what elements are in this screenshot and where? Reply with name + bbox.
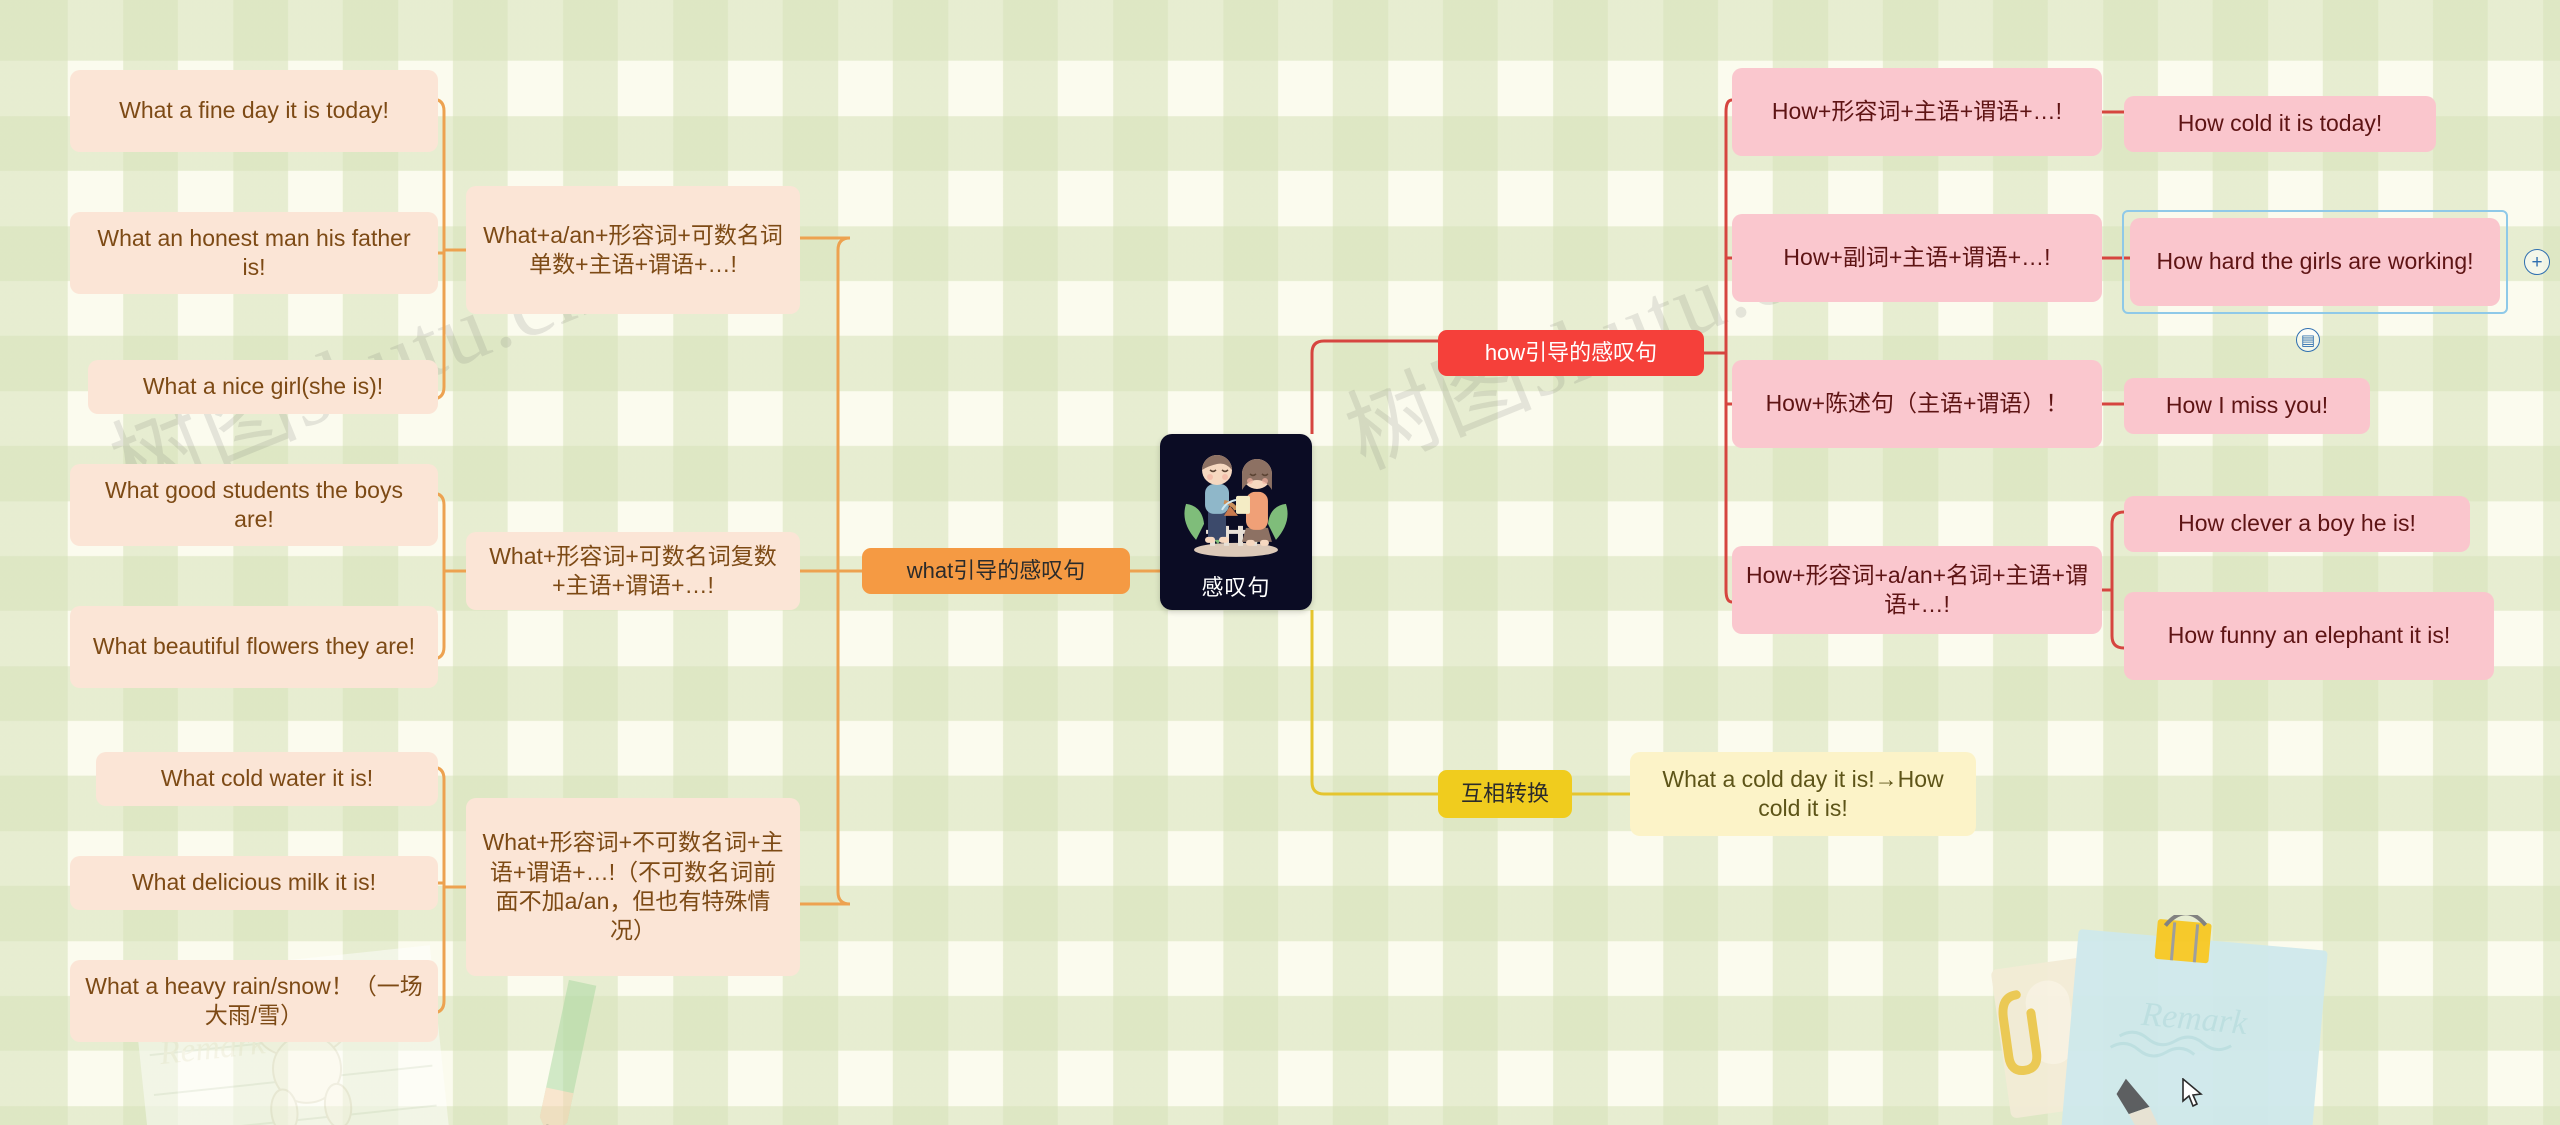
- how-example-node[interactable]: How I miss you!: [2124, 378, 2370, 434]
- what-formula-node[interactable]: What+a/an+形容词+可数名词单数+主语+谓语+…!: [466, 186, 800, 314]
- what-example-label: What an honest man his father is!: [97, 224, 417, 280]
- what-example-label: What delicious milk it is!: [131, 869, 377, 896]
- what-example-label: What a fine day it is today!: [119, 97, 389, 124]
- what-example-label: What cold water it is!: [160, 765, 374, 792]
- what-formula-label: What+a/an+形容词+可数名词单数+主语+谓语+…!: [483, 221, 783, 277]
- how-formula-node[interactable]: How+形容词+a/an+名词+主语+谓语+…!: [1732, 546, 2102, 634]
- branch-how-node[interactable]: how引导的感叹句: [1438, 330, 1704, 376]
- what-formula-label: What+形容词+不可数名词+主语+谓语+…!（不可数名词前面不加a/an，但也…: [482, 829, 784, 944]
- how-formula-label: How+陈述句（主语+谓语）！: [1765, 390, 2069, 417]
- root-node[interactable]: 感叹句: [1160, 434, 1312, 610]
- plus-icon: +: [2531, 251, 2543, 273]
- how-example-node[interactable]: How clever a boy he is!: [2124, 496, 2470, 552]
- node-style-button[interactable]: ▤: [2296, 328, 2320, 352]
- what-example-node[interactable]: What a heavy rain/snow！（一场大雨/雪）: [70, 960, 438, 1042]
- what-example-label: What a nice girl(she is)!: [142, 373, 384, 400]
- how-formula-label: How+形容词+主语+谓语+…!: [1771, 98, 2063, 125]
- convert-example-label: What a cold day it is!→How cold it is!: [1662, 765, 1950, 821]
- what-example-node[interactable]: What a nice girl(she is)!: [88, 360, 438, 414]
- branch-convert-label: 互相转换: [1460, 780, 1549, 806]
- how-example-label: How funny an elephant it is!: [2167, 622, 2451, 649]
- branch-what-node[interactable]: what引导的感叹句: [862, 548, 1130, 594]
- what-example-node[interactable]: What a fine day it is today!: [70, 70, 438, 152]
- what-example-node[interactable]: What an honest man his father is!: [70, 212, 438, 294]
- what-example-label: What beautiful flowers they are!: [92, 633, 416, 660]
- what-example-node[interactable]: What cold water it is!: [96, 752, 438, 806]
- how-formula-node[interactable]: How+形容词+主语+谓语+…!: [1732, 68, 2102, 156]
- what-example-node[interactable]: What delicious milk it is!: [70, 856, 438, 910]
- mouse-cursor-icon: [2182, 1078, 2203, 1108]
- what-example-node[interactable]: What beautiful flowers they are!: [70, 606, 438, 688]
- how-formula-label: How+形容词+a/an+名词+主语+谓语+…!: [1746, 561, 2088, 617]
- branch-convert-node[interactable]: 互相转换: [1438, 770, 1572, 818]
- mindmap-canvas[interactable]: Remark Remark 树图shutu.cn 感叹句 what引导的感叹句 …: [0, 0, 2560, 1125]
- how-example-label: How cold it is today!: [2177, 110, 2383, 137]
- how-formula-node[interactable]: How+副词+主语+谓语+…!: [1732, 214, 2102, 302]
- how-example-label: How clever a boy he is!: [2178, 510, 2416, 537]
- how-formula-label: How+副词+主语+谓语+…!: [1783, 244, 2051, 271]
- layout-icon: ▤: [2300, 331, 2316, 349]
- what-example-label: What a heavy rain/snow！（一场大雨/雪）: [85, 972, 423, 1028]
- add-child-node-button[interactable]: +: [2524, 249, 2550, 275]
- root-label: 感叹句: [1201, 574, 1271, 600]
- how-example-node[interactable]: How funny an elephant it is!: [2124, 592, 2494, 680]
- what-formula-node[interactable]: What+形容词+不可数名词+主语+谓语+…!（不可数名词前面不加a/an，但也…: [466, 798, 800, 976]
- branch-how-label: how引导的感叹句: [1484, 339, 1658, 365]
- what-example-node[interactable]: What good students the boys are!: [70, 464, 438, 546]
- what-example-label: What good students the boys are!: [105, 476, 410, 532]
- how-example-node[interactable]: How cold it is today!: [2124, 96, 2436, 152]
- selection-outline: [2122, 210, 2508, 314]
- convert-example-node[interactable]: What a cold day it is!→How cold it is!: [1630, 752, 1976, 836]
- kids-watering-plants-icon: [1184, 454, 1288, 557]
- what-formula-node[interactable]: What+形容词+可数名词复数+主语+谓语+…!: [466, 532, 800, 610]
- branch-what-label: what引导的感叹句: [906, 557, 1086, 583]
- what-formula-label: What+形容词+可数名词复数+主语+谓语+…!: [489, 542, 777, 598]
- how-example-label: How I miss you!: [2165, 392, 2329, 419]
- how-formula-node[interactable]: How+陈述句（主语+谓语）！: [1732, 360, 2102, 448]
